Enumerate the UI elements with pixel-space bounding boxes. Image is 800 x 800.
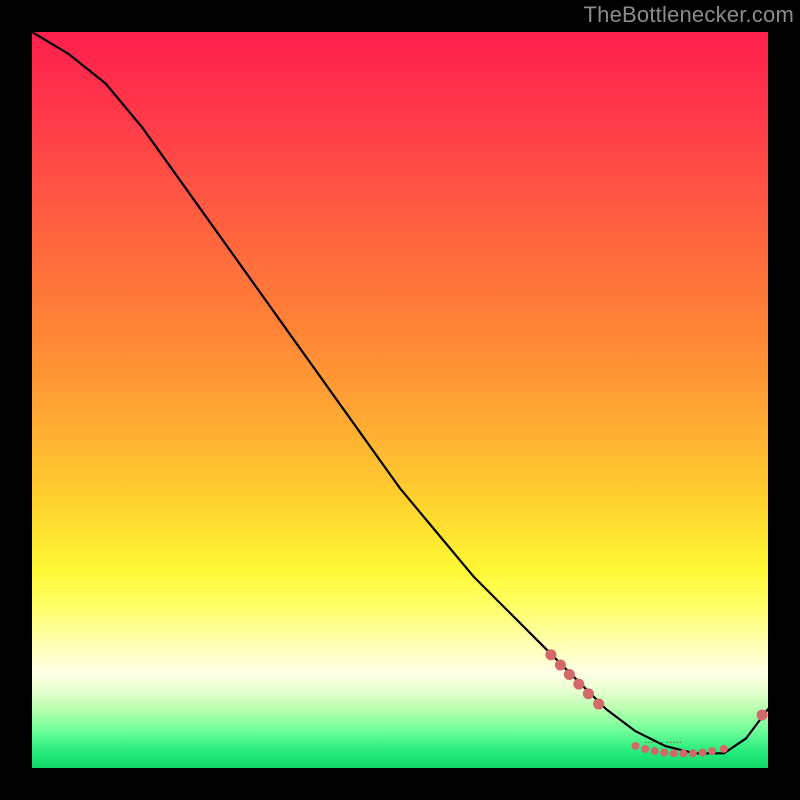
chart-canvas: TheBottlenecker.com ······ ····· [0, 0, 800, 800]
marker-dot [583, 688, 594, 699]
marker-dot [670, 749, 678, 757]
marker-dot [632, 742, 640, 750]
marker-dot [545, 649, 556, 660]
marker-dot [679, 749, 687, 757]
markers-tip [757, 710, 768, 721]
attribution-label: TheBottlenecker.com [584, 2, 794, 28]
marker-dot [660, 749, 668, 757]
marker-dot [757, 710, 768, 721]
plot-area: ······ ····· [32, 32, 768, 768]
marker-dot [555, 660, 566, 671]
marker-dot [651, 747, 659, 755]
curve-svg: ······ ····· [32, 32, 768, 768]
marker-dot [573, 679, 584, 690]
marker-dot [699, 749, 707, 757]
bottleneck-curve [32, 32, 768, 753]
marker-dot [708, 747, 716, 755]
marker-dot [564, 669, 575, 680]
marker-dot [689, 749, 697, 757]
valley-cluster-label: ······ ····· [645, 738, 683, 747]
marker-dot [593, 699, 604, 710]
marker-dot [720, 745, 728, 753]
